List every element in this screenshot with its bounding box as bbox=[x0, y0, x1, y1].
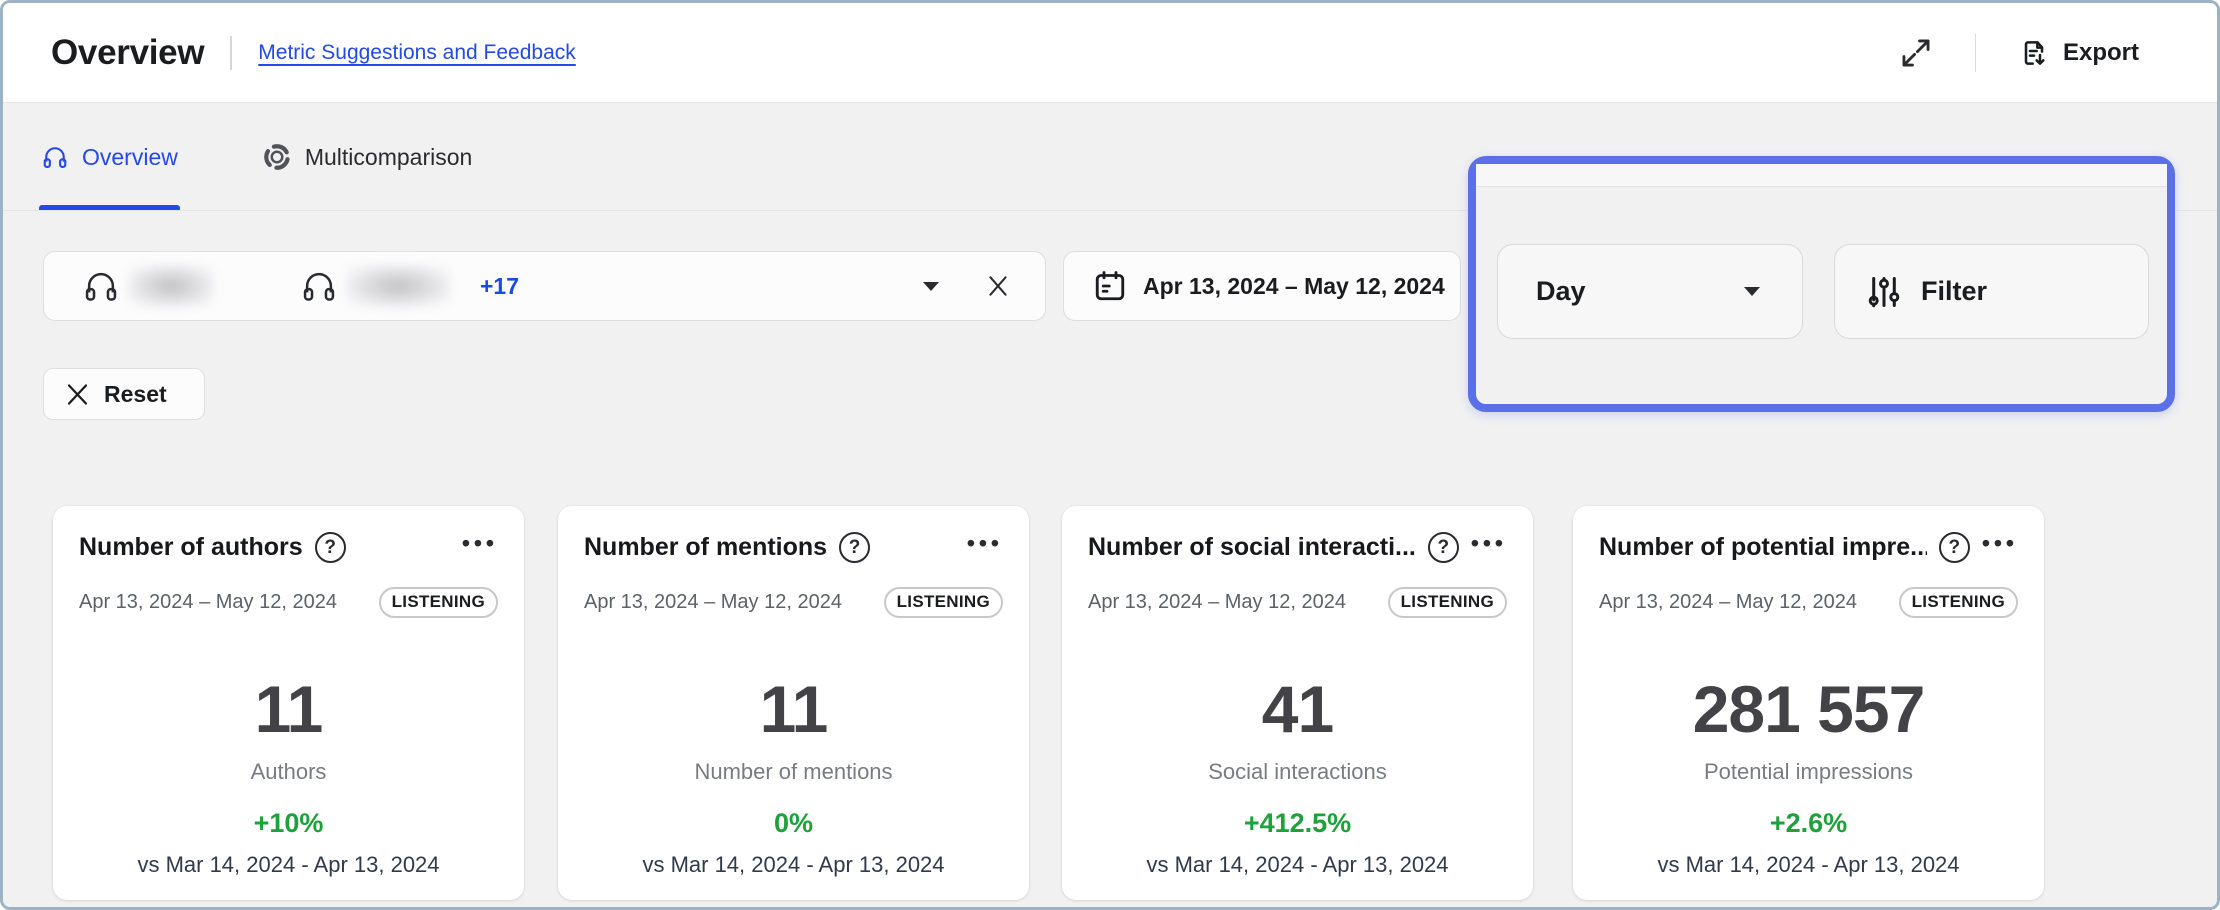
card-date-range: Apr 13, 2024 – May 12, 2024 bbox=[79, 591, 337, 614]
listening-badge: LISTENING bbox=[379, 587, 498, 618]
metric-value: 11 bbox=[79, 676, 498, 742]
headphones-icon bbox=[41, 143, 69, 171]
metric-delta: +412.5% bbox=[1088, 808, 1507, 839]
metric-comparison: vs Mar 14, 2024 - Apr 13, 2024 bbox=[1599, 852, 2018, 878]
filter-label: Filter bbox=[1921, 276, 1987, 307]
chevron-down-icon[interactable] bbox=[923, 282, 939, 291]
ellipsis-menu-icon[interactable]: ••• bbox=[1471, 532, 1507, 563]
card-title: Number of social interacti... bbox=[1088, 533, 1416, 562]
ellipsis-menu-icon[interactable]: ••• bbox=[462, 532, 498, 563]
header-actions: Export bbox=[1899, 34, 2139, 72]
header-divider bbox=[230, 36, 232, 70]
card-date-range: Apr 13, 2024 – May 12, 2024 bbox=[1599, 591, 1857, 614]
date-range-picker[interactable]: Apr 13, 2024 – May 12, 2024 bbox=[1063, 251, 1461, 321]
metric-card-social-interactions: Number of social interacti... ? ••• Apr … bbox=[1062, 506, 1533, 900]
more-projects-count[interactable]: +17 bbox=[480, 273, 519, 300]
question-icon[interactable]: ? bbox=[1939, 532, 1970, 563]
export-label: Export bbox=[2063, 39, 2139, 67]
card-header: Number of social interacti... ? ••• bbox=[1088, 532, 1507, 563]
multicomparison-icon bbox=[262, 142, 292, 172]
ellipsis-menu-icon[interactable]: ••• bbox=[1982, 532, 2018, 563]
date-range-value: Apr 13, 2024 – May 12, 2024 bbox=[1143, 273, 1445, 300]
metric-label: Number of mentions bbox=[584, 759, 1003, 785]
expand-icon bbox=[1899, 36, 1933, 70]
chevron-down-icon bbox=[1744, 287, 1760, 296]
highlight-annotation-box: Day Filter bbox=[1468, 156, 2175, 412]
tab-overview[interactable]: Overview bbox=[39, 104, 180, 210]
metric-delta: 0% bbox=[584, 808, 1003, 839]
filter-button[interactable]: Filter bbox=[1834, 244, 2149, 339]
reset-button[interactable]: Reset bbox=[43, 368, 205, 420]
tab-multicomparison[interactable]: Multicomparison bbox=[260, 104, 474, 210]
listening-badge: LISTENING bbox=[1899, 587, 2018, 618]
highlight-top-strip bbox=[1476, 164, 2167, 187]
sliders-icon bbox=[1865, 273, 1903, 311]
metric-comparison: vs Mar 14, 2024 - Apr 13, 2024 bbox=[79, 852, 498, 878]
card-title: Number of authors bbox=[79, 533, 303, 562]
metric-label: Potential impressions bbox=[1599, 759, 2018, 785]
card-date-range: Apr 13, 2024 – May 12, 2024 bbox=[584, 591, 842, 614]
card-meta: Apr 13, 2024 – May 12, 2024 LISTENING bbox=[1599, 587, 2018, 618]
question-icon[interactable]: ? bbox=[315, 532, 346, 563]
metric-delta: +10% bbox=[79, 808, 498, 839]
metric-card-authors: Number of authors ? ••• Apr 13, 2024 – M… bbox=[53, 506, 524, 900]
header: Overview Metric Suggestions and Feedback bbox=[3, 3, 2217, 103]
ellipsis-menu-icon[interactable]: ••• bbox=[967, 532, 1003, 563]
reset-label: Reset bbox=[104, 381, 167, 408]
calendar-icon bbox=[1092, 268, 1128, 304]
metric-comparison: vs Mar 14, 2024 - Apr 13, 2024 bbox=[584, 852, 1003, 878]
granularity-dropdown[interactable]: Day bbox=[1497, 244, 1803, 339]
export-document-icon bbox=[2018, 36, 2050, 70]
metric-value: 41 bbox=[1088, 676, 1507, 742]
metric-card-mentions: Number of mentions ? ••• Apr 13, 2024 – … bbox=[558, 506, 1029, 900]
metric-label: Social interactions bbox=[1088, 759, 1507, 785]
card-date-range: Apr 13, 2024 – May 12, 2024 bbox=[1088, 591, 1346, 614]
listening-badge: LISTENING bbox=[1388, 587, 1507, 618]
metric-label: Authors bbox=[79, 759, 498, 785]
granularity-value: Day bbox=[1536, 276, 1586, 307]
clear-selection-icon[interactable] bbox=[985, 273, 1011, 299]
metric-comparison: vs Mar 14, 2024 - Apr 13, 2024 bbox=[1088, 852, 1507, 878]
expand-button[interactable] bbox=[1899, 36, 1933, 70]
tab-overview-label: Overview bbox=[82, 144, 178, 171]
export-button[interactable]: Export bbox=[2018, 36, 2139, 70]
card-header: Number of authors ? ••• bbox=[79, 532, 498, 563]
metric-delta: +2.6% bbox=[1599, 808, 2018, 839]
metric-suggestions-link[interactable]: Metric Suggestions and Feedback bbox=[258, 41, 576, 65]
project-selector[interactable]: +17 bbox=[43, 251, 1046, 321]
metric-card-potential-impressions: Number of potential impre... ? ••• Apr 1… bbox=[1573, 506, 2044, 900]
card-header: Number of mentions ? ••• bbox=[584, 532, 1003, 563]
card-meta: Apr 13, 2024 – May 12, 2024 LISTENING bbox=[79, 587, 498, 618]
close-icon bbox=[64, 381, 91, 408]
header-actions-divider bbox=[1975, 34, 1976, 72]
card-meta: Apr 13, 2024 – May 12, 2024 LISTENING bbox=[1088, 587, 1507, 618]
question-icon[interactable]: ? bbox=[1428, 532, 1459, 563]
redacted-project-name bbox=[346, 265, 450, 307]
dashboard-screen: Overview Metric Suggestions and Feedback bbox=[0, 0, 2220, 910]
headphones-icon bbox=[82, 267, 120, 305]
card-title: Number of mentions bbox=[584, 533, 827, 562]
question-icon[interactable]: ? bbox=[839, 532, 870, 563]
headphones-icon bbox=[300, 267, 338, 305]
card-header: Number of potential impre... ? ••• bbox=[1599, 532, 2018, 563]
redacted-project-name bbox=[128, 265, 214, 307]
metric-value: 11 bbox=[584, 676, 1003, 742]
metric-value: 281 557 bbox=[1599, 676, 2018, 742]
card-title: Number of potential impre... bbox=[1599, 533, 1927, 562]
tab-multicomparison-label: Multicomparison bbox=[305, 144, 472, 171]
listening-badge: LISTENING bbox=[884, 587, 1003, 618]
card-meta: Apr 13, 2024 – May 12, 2024 LISTENING bbox=[584, 587, 1003, 618]
page-title: Overview bbox=[51, 33, 204, 73]
